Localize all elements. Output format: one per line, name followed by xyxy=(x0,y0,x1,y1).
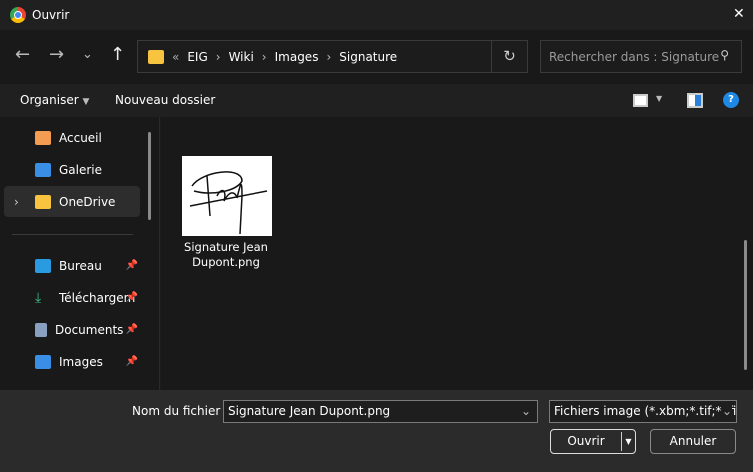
gallery-icon xyxy=(35,162,51,177)
view-dropdown-icon[interactable]: ▼ xyxy=(656,94,662,103)
sidebar-item-label: Téléchargem xyxy=(59,290,136,305)
sidebar-item-label: Accueil xyxy=(59,130,102,145)
preview-pane-icon[interactable] xyxy=(687,93,703,108)
divider xyxy=(12,234,133,235)
file-item[interactable]: Signature Jean Dupont.png xyxy=(166,145,286,275)
filename-value: Signature Jean Dupont.png xyxy=(228,404,391,418)
organize-label: Organiser xyxy=(20,93,79,107)
back-button[interactable]: ← xyxy=(15,44,30,65)
sidebar-item-accueil[interactable]: Accueil xyxy=(4,122,140,153)
window-title: Ouvrir xyxy=(32,8,70,22)
filetype-value: Fichiers image (*.xbm;*.tif;*.jfif; xyxy=(554,404,737,418)
cancel-button[interactable]: Annuler xyxy=(650,429,736,454)
sidebar-item-label: Documents xyxy=(55,322,124,337)
sidebar-item-onedrive[interactable]: › OneDrive xyxy=(4,186,140,217)
sidebar-item-galerie[interactable]: Galerie xyxy=(4,154,140,185)
filename-input[interactable]: Signature Jean Dupont.png ⌄ xyxy=(223,400,538,423)
desktop-icon xyxy=(35,258,51,273)
chevron-down-icon[interactable]: ⌄ xyxy=(721,404,732,418)
breadcrumb-eig[interactable]: EIG xyxy=(187,50,207,64)
search-input[interactable]: Rechercher dans : Signature ⚲ xyxy=(540,40,742,73)
breadcrumb-images[interactable]: Images xyxy=(275,50,319,64)
up-button[interactable]: ↑ xyxy=(110,44,125,65)
sidebar-item-documents[interactable]: Documents 📌 xyxy=(4,314,140,345)
sidebar-item-telechargements[interactable]: ⤓ Téléchargem 📌 xyxy=(4,282,140,313)
new-folder-button[interactable]: Nouveau dossier xyxy=(115,93,215,107)
pin-icon[interactable]: 📌 xyxy=(126,292,138,303)
images-icon xyxy=(35,354,51,369)
sidebar: Accueil Galerie › OneDrive Bureau 📌 ⤓ Téléc… xyxy=(0,117,160,390)
close-button[interactable]: ✕ xyxy=(733,6,745,22)
open-dropdown-icon[interactable]: ▼ xyxy=(621,432,635,451)
download-icon: ⤓ xyxy=(35,289,42,306)
sidebar-item-label: Galerie xyxy=(59,162,103,177)
refresh-button[interactable]: ↻ xyxy=(491,41,527,72)
address-bar[interactable]: « EIG › Wiki › Images › Signature ↻ xyxy=(137,40,528,73)
pin-icon[interactable]: 📌 xyxy=(126,260,138,271)
open-button[interactable]: Ouvrir ▼ xyxy=(550,429,636,454)
chrome-icon xyxy=(10,7,26,23)
sidebar-item-label: OneDrive xyxy=(59,194,116,209)
folder-icon xyxy=(35,194,51,209)
bottom-panel: Nom du fichier : Signature Jean Dupont.p… xyxy=(0,390,753,472)
content-scrollbar[interactable] xyxy=(744,240,747,370)
search-placeholder: Rechercher dans : Signature xyxy=(549,50,720,64)
search-icon: ⚲ xyxy=(720,48,729,62)
pin-icon[interactable]: 📌 xyxy=(126,356,138,367)
sidebar-item-label: Bureau xyxy=(59,258,102,273)
sidebar-scrollbar[interactable] xyxy=(148,132,151,220)
sidebar-item-images[interactable]: Images 📌 xyxy=(4,346,140,377)
title-bar: Ouvrir ✕ xyxy=(0,0,753,30)
open-label: Ouvrir xyxy=(567,434,605,448)
recent-locations-button[interactable]: ⌄ xyxy=(82,47,93,62)
help-icon[interactable]: ? xyxy=(723,92,739,108)
sidebar-item-bureau[interactable]: Bureau 📌 xyxy=(4,250,140,281)
documents-icon xyxy=(35,322,47,337)
breadcrumb-signature[interactable]: Signature xyxy=(339,50,397,64)
file-list: Signature Jean Dupont.png xyxy=(161,117,753,390)
folder-icon xyxy=(148,49,164,64)
file-thumbnail xyxy=(182,156,272,236)
home-icon xyxy=(35,130,51,145)
forward-button[interactable]: → xyxy=(49,44,64,65)
file-name-line2: Dupont.png xyxy=(192,255,260,269)
toolbar: Organiser ▼ Nouveau dossier ▼ ? xyxy=(0,84,753,117)
chevron-right-icon[interactable]: › xyxy=(14,195,19,209)
organize-menu[interactable]: Organiser ▼ xyxy=(20,93,89,107)
filename-label: Nom du fichier : xyxy=(132,404,229,418)
view-icon[interactable] xyxy=(633,94,648,107)
sidebar-item-label: Images xyxy=(59,354,103,369)
file-name-line1: Signature Jean xyxy=(184,240,268,254)
pin-icon[interactable]: 📌 xyxy=(126,324,138,335)
filetype-select[interactable]: Fichiers image (*.xbm;*.tif;*.jfif; ⌄ xyxy=(549,400,737,423)
overflow-icon[interactable]: « xyxy=(172,50,179,64)
chevron-down-icon[interactable]: ⌄ xyxy=(521,404,531,418)
breadcrumb-wiki[interactable]: Wiki xyxy=(229,50,254,64)
